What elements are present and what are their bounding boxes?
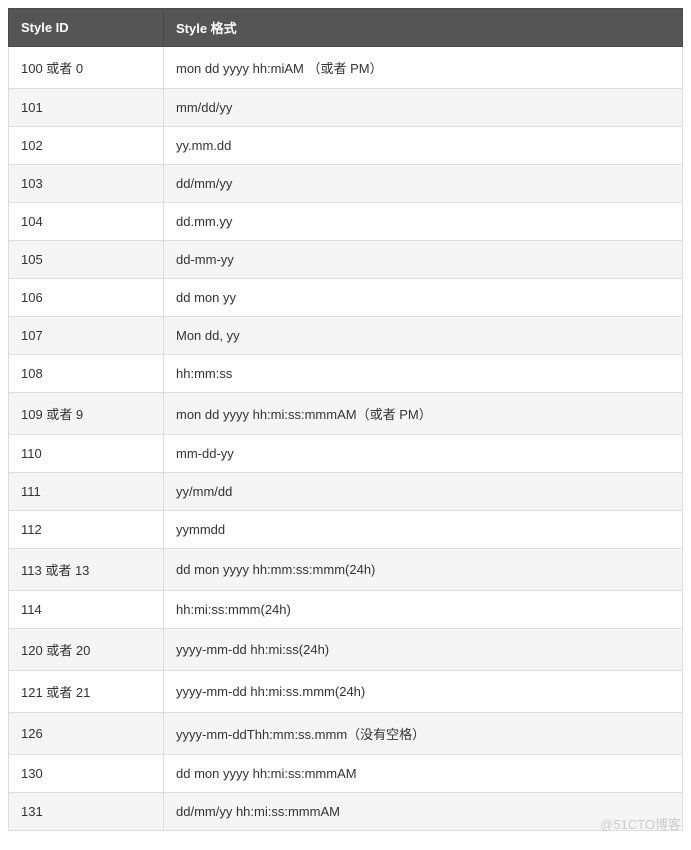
table-row: 110mm-dd-yy [9, 435, 683, 473]
cell-style-format: yy/mm/dd [164, 473, 683, 511]
cell-style-id: 102 [9, 127, 164, 165]
table-row: 126yyyy-mm-ddThh:mm:ss.mmm（没有空格） [9, 713, 683, 755]
cell-style-format: yyyy-mm-dd hh:mi:ss.mmm(24h) [164, 671, 683, 713]
cell-style-id: 130 [9, 755, 164, 793]
cell-style-id: 105 [9, 241, 164, 279]
table-row: 104dd.mm.yy [9, 203, 683, 241]
cell-style-format: yymmdd [164, 511, 683, 549]
table-row: 102yy.mm.dd [9, 127, 683, 165]
cell-style-id: 112 [9, 511, 164, 549]
table-row: 106dd mon yy [9, 279, 683, 317]
header-style-id: Style ID [9, 9, 164, 47]
cell-style-id: 100 或者 0 [9, 47, 164, 89]
cell-style-format: dd mon yy [164, 279, 683, 317]
cell-style-id: 113 或者 13 [9, 549, 164, 591]
table-header-row: Style ID Style 格式 [9, 9, 683, 47]
cell-style-format: dd/mm/yy [164, 165, 683, 203]
cell-style-format: mm/dd/yy [164, 89, 683, 127]
cell-style-id: 107 [9, 317, 164, 355]
cell-style-format: mon dd yyyy hh:miAM （或者 PM） [164, 47, 683, 89]
cell-style-format: dd-mm-yy [164, 241, 683, 279]
table-row: 108hh:mm:ss [9, 355, 683, 393]
cell-style-id: 103 [9, 165, 164, 203]
table-row: 109 或者 9mon dd yyyy hh:mi:ss:mmmAM（或者 PM… [9, 393, 683, 435]
table-row: 121 或者 21yyyy-mm-dd hh:mi:ss.mmm(24h) [9, 671, 683, 713]
cell-style-format: yyyy-mm-dd hh:mi:ss(24h) [164, 629, 683, 671]
table-row: 111yy/mm/dd [9, 473, 683, 511]
cell-style-format: hh:mm:ss [164, 355, 683, 393]
cell-style-format: yyyy-mm-ddThh:mm:ss.mmm（没有空格） [164, 713, 683, 755]
cell-style-id: 110 [9, 435, 164, 473]
cell-style-id: 109 或者 9 [9, 393, 164, 435]
table-row: 113 或者 13dd mon yyyy hh:mm:ss:mmm(24h) [9, 549, 683, 591]
table-row: 105dd-mm-yy [9, 241, 683, 279]
cell-style-id: 101 [9, 89, 164, 127]
cell-style-id: 104 [9, 203, 164, 241]
cell-style-id: 131 [9, 793, 164, 831]
table-row: 101mm/dd/yy [9, 89, 683, 127]
cell-style-format: yy.mm.dd [164, 127, 683, 165]
cell-style-format: dd/mm/yy hh:mi:ss:mmmAM [164, 793, 683, 831]
table-row: 114hh:mi:ss:mmm(24h) [9, 591, 683, 629]
cell-style-id: 114 [9, 591, 164, 629]
cell-style-format: hh:mi:ss:mmm(24h) [164, 591, 683, 629]
cell-style-id: 111 [9, 473, 164, 511]
style-format-table: Style ID Style 格式 100 或者 0mon dd yyyy hh… [8, 8, 683, 831]
cell-style-id: 120 或者 20 [9, 629, 164, 671]
cell-style-format: dd mon yyyy hh:mi:ss:mmmAM [164, 755, 683, 793]
table-row: 103dd/mm/yy [9, 165, 683, 203]
table-row: 100 或者 0mon dd yyyy hh:miAM （或者 PM） [9, 47, 683, 89]
cell-style-format: Mon dd, yy [164, 317, 683, 355]
table-row: 130dd mon yyyy hh:mi:ss:mmmAM [9, 755, 683, 793]
cell-style-id: 108 [9, 355, 164, 393]
table-row: 112yymmdd [9, 511, 683, 549]
cell-style-id: 121 或者 21 [9, 671, 164, 713]
table-row: 131dd/mm/yy hh:mi:ss:mmmAM [9, 793, 683, 831]
table-row: 107Mon dd, yy [9, 317, 683, 355]
header-style-format: Style 格式 [164, 9, 683, 47]
table-row: 120 或者 20yyyy-mm-dd hh:mi:ss(24h) [9, 629, 683, 671]
cell-style-format: dd mon yyyy hh:mm:ss:mmm(24h) [164, 549, 683, 591]
cell-style-id: 126 [9, 713, 164, 755]
cell-style-id: 106 [9, 279, 164, 317]
cell-style-format: dd.mm.yy [164, 203, 683, 241]
cell-style-format: mon dd yyyy hh:mi:ss:mmmAM（或者 PM） [164, 393, 683, 435]
table-body: 100 或者 0mon dd yyyy hh:miAM （或者 PM）101mm… [9, 47, 683, 831]
cell-style-format: mm-dd-yy [164, 435, 683, 473]
